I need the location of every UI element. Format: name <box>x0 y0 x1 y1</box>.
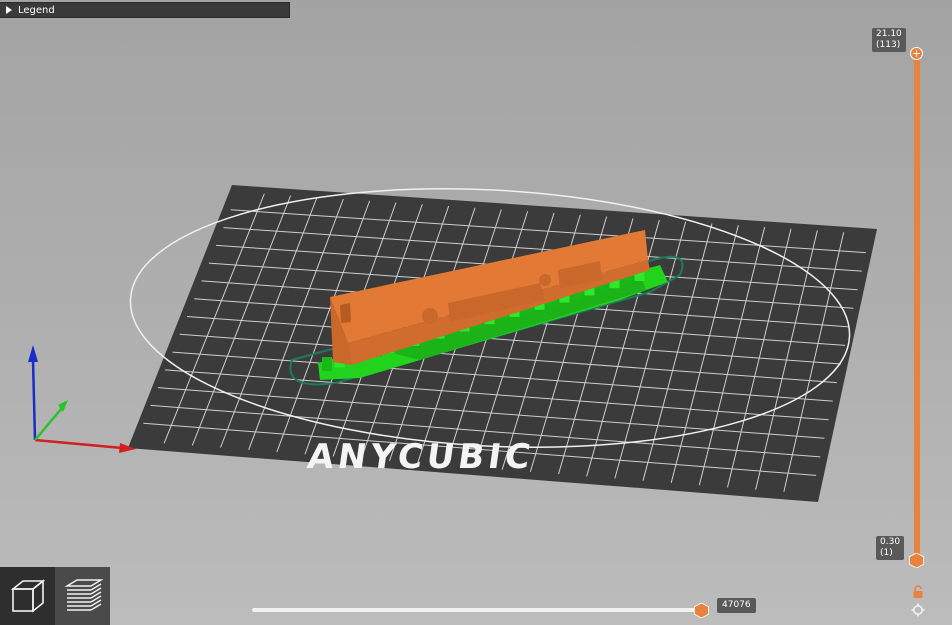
layer-bottom-label: 0.30 (1) <box>876 536 905 560</box>
layer-bottom-thumb[interactable] <box>909 553 924 568</box>
move-slider-value: 47076 <box>717 598 756 613</box>
layer-top-thumb[interactable]: + <box>910 47 923 60</box>
layer-bottom-index: (1) <box>880 548 893 558</box>
move-slider-fill <box>252 608 696 612</box>
move-slider-thumb[interactable] <box>694 603 709 618</box>
preview-layers-button[interactable] <box>55 567 110 625</box>
3d-viewport[interactable]: ANYCUBIC <box>0 0 952 625</box>
settings-cog-icon[interactable] <box>911 603 925 617</box>
layer-top-label: 21.10 (113) <box>872 28 906 52</box>
view-mode-panel <box>0 567 110 625</box>
3d-view-icon <box>10 579 45 613</box>
3d-view-button[interactable] <box>0 567 55 625</box>
lock-icon[interactable] <box>911 585 925 599</box>
bed-brand-text: ANYCUBIC <box>305 437 537 477</box>
layer-slider-track[interactable] <box>914 54 920 560</box>
layer-top-height: 21.10 <box>876 29 902 39</box>
axis-gizmo <box>28 345 136 453</box>
support-block <box>322 357 332 371</box>
plus-icon: + <box>911 47 922 60</box>
layer-bottom-height: 0.30 <box>880 537 901 547</box>
preview-layers-icon <box>63 579 103 611</box>
layer-top-index: (113) <box>876 40 901 50</box>
